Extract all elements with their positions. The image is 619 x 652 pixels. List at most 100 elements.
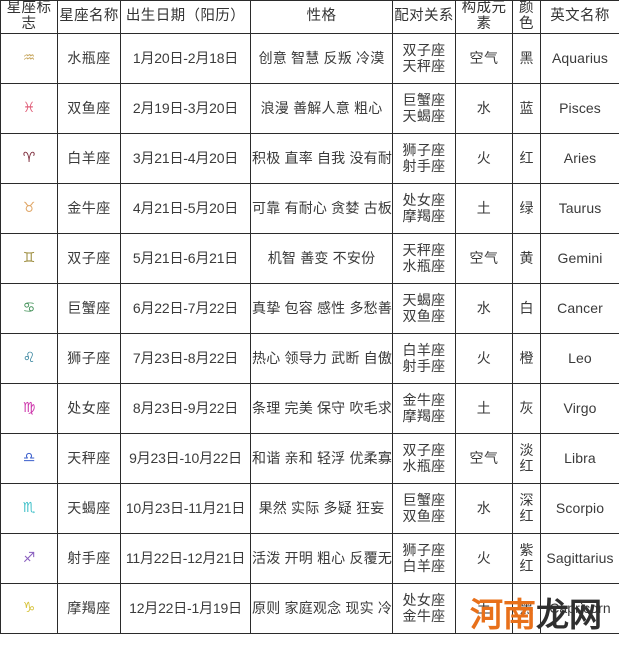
birth-date-range: 6月22日-7月22日 bbox=[120, 282, 251, 334]
personality-traits: 浪漫 善解人意 粗心 bbox=[250, 82, 393, 134]
table-body: ♒ 水瓶座 1月20日-2月18日 创意 智慧 反叛 冷漠 双子座 天秤座 空气黑 Aquar… bbox=[0, 32, 619, 634]
match-line-1: 处女座 bbox=[402, 192, 446, 209]
zodiac-name: 摩羯座 bbox=[57, 582, 121, 634]
english-name: Libra bbox=[540, 432, 619, 484]
color-value: 橙 bbox=[512, 332, 541, 384]
color-value: 黑 bbox=[512, 582, 541, 634]
match-line-2: 水瓶座 bbox=[402, 258, 446, 275]
birth-date-range: 2月19日-3月20日 bbox=[120, 82, 251, 134]
match-pairing: 巨蟹座 天蝎座 bbox=[392, 82, 456, 134]
color-value: 深红 bbox=[512, 482, 541, 534]
birth-date-range: 5月21日-6月21日 bbox=[120, 232, 251, 284]
leo-symbol: ♌ bbox=[0, 332, 58, 384]
match-line-1: 双子座 bbox=[402, 442, 446, 459]
element-value: 火 bbox=[455, 132, 513, 184]
match-pairing: 白羊座 射手座 bbox=[392, 332, 456, 384]
match-line-1: 白羊座 bbox=[402, 342, 446, 359]
header-traits: 性格 bbox=[250, 0, 393, 34]
element-value: 空气 bbox=[455, 32, 513, 84]
zodiac-name: 射手座 bbox=[57, 532, 121, 584]
table-row: ♊ 双子座 5月21日-6月21日 机智 善变 不安份 天秤座 水瓶座 空气黄 Gemini bbox=[0, 232, 619, 284]
match-line-2: 水瓶座 bbox=[402, 458, 446, 475]
pisces-symbol: ♓ bbox=[0, 82, 58, 134]
personality-traits: 热心 领导力 武断 自傲 bbox=[250, 332, 393, 384]
match-pairing: 狮子座 射手座 bbox=[392, 132, 456, 184]
table-row: ♒ 水瓶座 1月20日-2月18日 创意 智慧 反叛 冷漠 双子座 天秤座 空气黑 Aquar… bbox=[0, 32, 619, 84]
table-row: ♏ 天蝎座 10月23日-11月21日 果然 实际 多疑 狂妄 巨蟹座 双鱼座水深红 Sco… bbox=[0, 482, 619, 534]
aries-symbol: ♈ bbox=[0, 132, 58, 184]
match-line-2: 摩羯座 bbox=[402, 408, 446, 425]
english-name: Gemini bbox=[540, 232, 619, 284]
match-line-1: 天蝎座 bbox=[402, 292, 446, 309]
match-pairing: 天蝎座 双鱼座 bbox=[392, 282, 456, 334]
english-name: Cancer bbox=[540, 282, 619, 334]
match-line-2: 金牛座 bbox=[402, 608, 446, 625]
header-color: 颜色 bbox=[512, 0, 541, 34]
birth-date-range: 3月21日-4月20日 bbox=[120, 132, 251, 184]
table-row: ♐ 射手座 11月22日-12月21日 活泼 开明 粗心 反覆无常 狮子座 白羊座火紫红 S… bbox=[0, 532, 619, 584]
birth-date-range: 7月23日-8月22日 bbox=[120, 332, 251, 384]
zodiac-table: 星座标志 星座名称 出生日期（阳历） 性格 配对关系 构成元素 颜色 英文名称 … bbox=[0, 0, 619, 634]
zodiac-name: 狮子座 bbox=[57, 332, 121, 384]
match-line-1: 金牛座 bbox=[402, 392, 446, 409]
zodiac-name: 金牛座 bbox=[57, 182, 121, 234]
match-line-1: 双子座 bbox=[402, 42, 446, 59]
aquarius-symbol: ♒ bbox=[0, 32, 58, 84]
color-value: 蓝 bbox=[512, 82, 541, 134]
zodiac-name: 巨蟹座 bbox=[57, 282, 121, 334]
match-line-2: 天蝎座 bbox=[402, 108, 446, 125]
match-line-2: 天秤座 bbox=[402, 58, 446, 75]
element-value: 土 bbox=[455, 582, 513, 634]
element-value: 土 bbox=[455, 182, 513, 234]
table-row: ♍ 处女座 8月23日-9月22日 条理 完美 保守 吹毛求疵 金牛座 摩羯座土灰 Virg… bbox=[0, 382, 619, 434]
english-name: Capricorn bbox=[540, 582, 619, 634]
table-row: ♑ 摩羯座 12月22日-1月19日 原则 家庭观念 现实 冷漠 处女座 金牛座土黑 Cap… bbox=[0, 582, 619, 634]
zodiac-name: 处女座 bbox=[57, 382, 121, 434]
color-value: 红 bbox=[512, 132, 541, 184]
header-english: 英文名称 bbox=[540, 0, 619, 34]
match-pairing: 天秤座 水瓶座 bbox=[392, 232, 456, 284]
element-value: 水 bbox=[455, 282, 513, 334]
color-value: 黄 bbox=[512, 232, 541, 284]
header-match: 配对关系 bbox=[392, 0, 456, 34]
element-value: 水 bbox=[455, 482, 513, 534]
english-name: Scorpio bbox=[540, 482, 619, 534]
birth-date-range: 4月21日-5月20日 bbox=[120, 182, 251, 234]
personality-traits: 果然 实际 多疑 狂妄 bbox=[250, 482, 393, 534]
element-value: 火 bbox=[455, 332, 513, 384]
match-line-2: 双鱼座 bbox=[402, 308, 446, 325]
element-value: 土 bbox=[455, 382, 513, 434]
zodiac-name: 双鱼座 bbox=[57, 82, 121, 134]
table-row: ♎ 天秤座 9月23日-10月22日 和谐 亲和 轻浮 优柔寡断 双子座 水瓶座 空气 淡红 L… bbox=[0, 432, 619, 484]
element-value: 水 bbox=[455, 82, 513, 134]
color-value: 白 bbox=[512, 282, 541, 334]
color-value: 淡红 bbox=[512, 432, 541, 484]
element-value: 空气 bbox=[455, 432, 513, 484]
match-pairing: 狮子座 白羊座 bbox=[392, 532, 456, 584]
match-line-1: 处女座 bbox=[402, 592, 446, 609]
match-pairing: 双子座 天秤座 bbox=[392, 32, 456, 84]
english-name: Aquarius bbox=[540, 32, 619, 84]
libra-symbol: ♎ bbox=[0, 432, 58, 484]
english-name: Sagittarius bbox=[540, 532, 619, 584]
match-line-2: 白羊座 bbox=[402, 558, 446, 575]
table-row: ♋ 巨蟹座 6月22日-7月22日 真挚 包容 感性 多愁善感 天蝎座 双鱼座水白 Canc… bbox=[0, 282, 619, 334]
page-wrap: 星座标志 星座名称 出生日期（阳历） 性格 配对关系 构成元素 颜色 英文名称 … bbox=[0, 0, 619, 652]
english-name: Virgo bbox=[540, 382, 619, 434]
personality-traits: 可靠 有耐心 贪婪 古板 bbox=[250, 182, 393, 234]
color-value: 紫红 bbox=[512, 532, 541, 584]
match-line-2: 射手座 bbox=[402, 358, 446, 375]
header-symbol: 星座标志 bbox=[0, 0, 58, 34]
english-name: Pisces bbox=[540, 82, 619, 134]
zodiac-name: 双子座 bbox=[57, 232, 121, 284]
capricorn-symbol: ♑ bbox=[0, 582, 58, 634]
table-row: ♌ 狮子座 7月23日-8月22日 热心 领导力 武断 自傲 白羊座 射手座火橙 Leo bbox=[0, 332, 619, 384]
english-name: Aries bbox=[540, 132, 619, 184]
header-row: 星座标志 星座名称 出生日期（阳历） 性格 配对关系 构成元素 颜色 英文名称 bbox=[0, 0, 619, 34]
personality-traits: 原则 家庭观念 现实 冷漠 bbox=[250, 582, 393, 634]
match-line-1: 巨蟹座 bbox=[402, 92, 446, 109]
scorpio-symbol: ♏ bbox=[0, 482, 58, 534]
element-value: 空气 bbox=[455, 232, 513, 284]
color-value: 灰 bbox=[512, 382, 541, 434]
taurus-symbol: ♉ bbox=[0, 182, 58, 234]
